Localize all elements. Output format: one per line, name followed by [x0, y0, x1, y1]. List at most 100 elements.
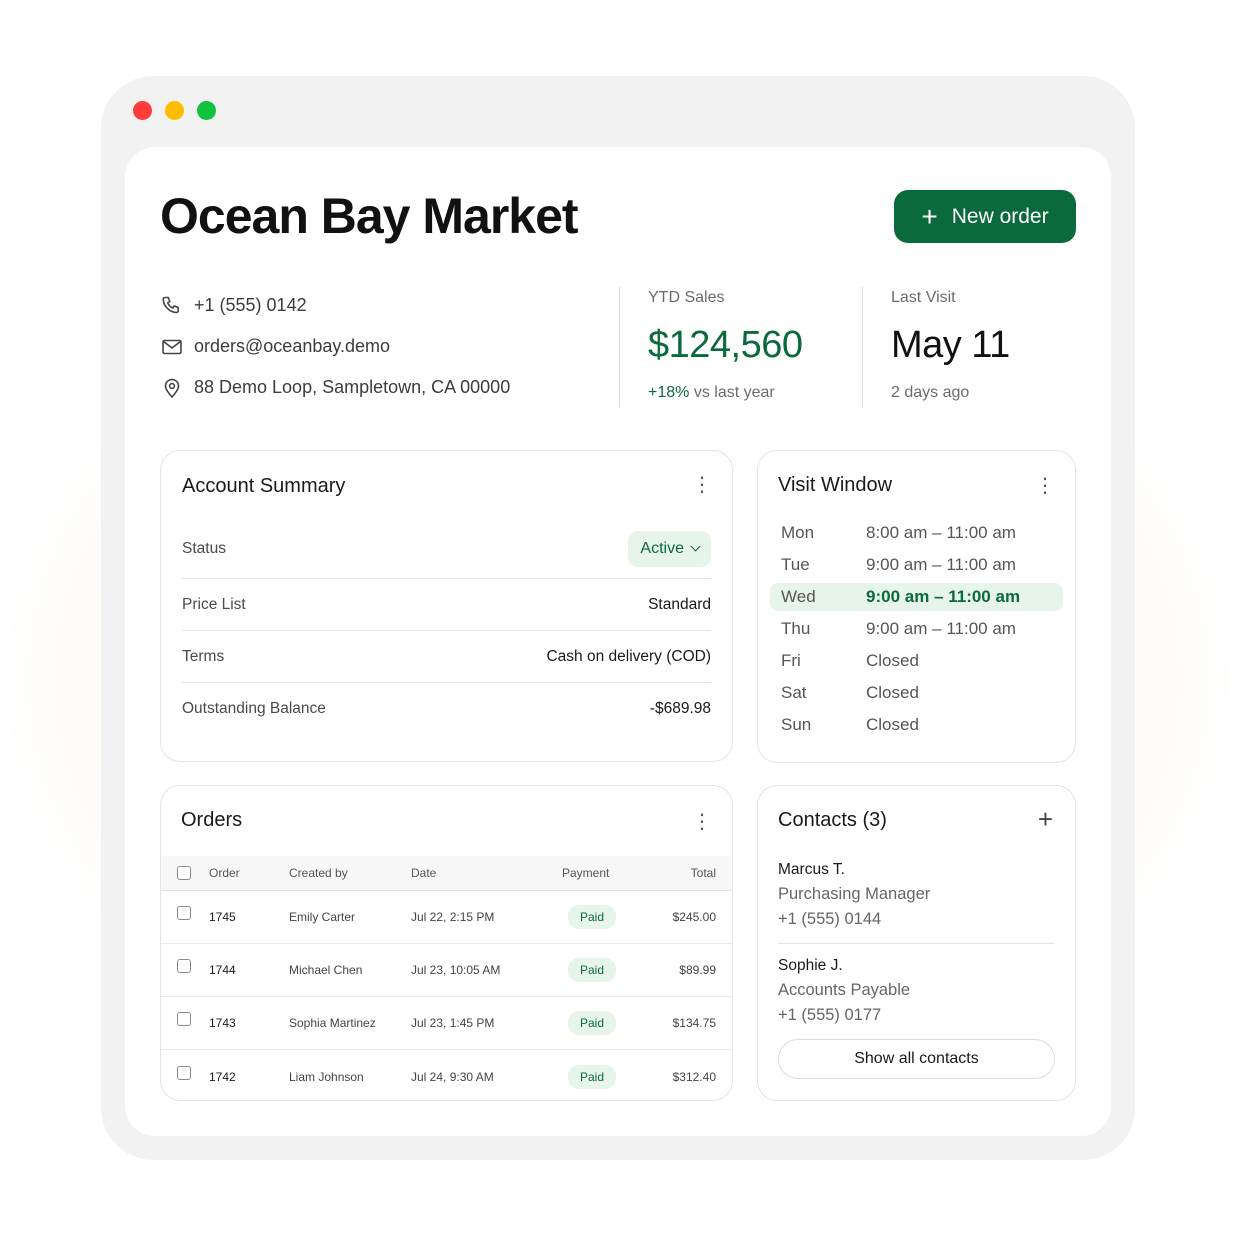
contact-role: Purchasing Manager: [778, 885, 931, 903]
visit-time: Closed: [866, 683, 919, 702]
order-number: 1745: [209, 910, 236, 924]
table-row[interactable]: 1743 Sophia Martinez Jul 23, 1:45 PM Pai…: [161, 997, 732, 1050]
maximize-window-dot[interactable]: [197, 101, 216, 120]
order-total: $312.40: [672, 1069, 716, 1084]
address-text: 88 Demo Loop, Sampletown, CA 00000: [194, 377, 511, 397]
price-list-row: Price List Standard: [182, 579, 711, 631]
visit-time: 9:00 am – 11:00 am: [866, 587, 1021, 606]
order-number: 1742: [209, 1069, 236, 1084]
row-checkbox[interactable]: [177, 906, 191, 920]
kebab-menu-icon[interactable]: ⋮: [1035, 476, 1055, 496]
last-visit-stat: Last Visit May 11 2 days ago: [891, 289, 1010, 402]
contact-phone[interactable]: +1 (555) 0144: [778, 910, 1055, 929]
customer-card: Ocean Bay Market + New order +1 (555) 01…: [125, 147, 1111, 1136]
payment-status-badge: Paid: [568, 958, 617, 982]
visit-time: 9:00 am – 11:00 am: [866, 555, 1016, 574]
column-header-order[interactable]: Order: [209, 866, 240, 880]
payment-status-badge: Paid: [568, 1064, 617, 1089]
order-date: Jul 24, 9:30 AM: [411, 1069, 494, 1084]
chevron-down-icon: [690, 541, 701, 552]
status-row: Status Active: [182, 519, 711, 579]
order-date: Jul 23, 10:05 AM: [411, 963, 501, 977]
column-header-date[interactable]: Date: [411, 866, 436, 880]
visit-day: Thu: [781, 619, 811, 638]
contact-phone[interactable]: +1 (555) 0177: [778, 1006, 1055, 1025]
kebab-menu-icon[interactable]: ⋮: [692, 475, 712, 495]
contact-card[interactable]: Marcus T. Purchasing Manager +1 (555) 01…: [778, 861, 1055, 929]
kebab-menu-icon[interactable]: ⋮: [692, 812, 712, 832]
terms-row: Terms Cash on delivery (COD): [182, 631, 711, 683]
visit-row-tue: Tue 9:00 am – 11:00 am: [770, 551, 1063, 579]
orders-panel: Orders ⋮ Order Created by Date Payment T…: [160, 785, 733, 1101]
visit-row-thu: Thu 9:00 am – 11:00 am: [770, 615, 1063, 643]
terms-value: Cash on delivery (COD): [546, 647, 711, 665]
contact-card[interactable]: Sophie J. Accounts Payable +1 (555) 0177: [778, 957, 1055, 1025]
table-row[interactable]: 1742 Liam Johnson Jul 24, 9:30 AM Paid $…: [161, 1050, 732, 1100]
balance-value: -$689.98: [649, 700, 711, 717]
terms-label: Terms: [182, 647, 225, 665]
status-dropdown[interactable]: Active: [628, 530, 711, 567]
payment-status-badge: Paid: [568, 1011, 617, 1035]
payment-status-badge: Paid: [568, 905, 617, 929]
order-total: $245.00: [672, 910, 716, 924]
phone-row: +1 (555) 0142: [160, 285, 510, 326]
visit-row-sat: Sat Closed: [770, 679, 1063, 707]
visit-day: Mon: [781, 523, 815, 542]
new-order-button[interactable]: + New order: [894, 190, 1076, 243]
row-checkbox[interactable]: [177, 959, 191, 973]
order-created-by: Emily Carter: [289, 910, 356, 924]
column-header-payment[interactable]: Payment: [562, 866, 609, 880]
app-window: Ocean Bay Market + New order +1 (555) 01…: [101, 76, 1135, 1160]
phone-icon: [162, 296, 179, 313]
account-summary-panel: Account Summary ⋮ Status Active Price Li…: [160, 450, 733, 762]
contact-role: Accounts Payable: [778, 981, 911, 999]
price-list-value: Standard: [648, 595, 711, 613]
visit-window-panel: Visit Window ⋮ Mon 8:00 am – 11:00 am Tu…: [757, 450, 1076, 763]
show-all-contacts-button[interactable]: Show all contacts: [778, 1039, 1055, 1079]
row-checkbox[interactable]: [177, 1012, 191, 1026]
status-label: Status: [182, 539, 226, 557]
address-row: 88 Demo Loop, Sampletown, CA 00000: [160, 367, 510, 408]
balance-row: Outstanding Balance -$689.98: [182, 683, 711, 735]
email-text[interactable]: orders@oceanbay.demo: [194, 336, 390, 357]
visit-row-fri: Fri Closed: [770, 647, 1063, 675]
balance-label: Outstanding Balance: [182, 700, 326, 717]
contact-divider: [778, 943, 1055, 944]
table-row[interactable]: 1744 Michael Chen Jul 23, 10:05 AM Paid …: [161, 944, 732, 997]
visit-day: Wed: [781, 587, 816, 606]
plus-icon[interactable]: +: [1038, 806, 1053, 832]
last-visit-value: May 11: [891, 324, 1010, 366]
phone-text[interactable]: +1 (555) 0142: [194, 295, 307, 316]
ytd-sales-stat: YTD Sales $124,560 +18% vs last year: [648, 289, 803, 402]
status-value: Active: [640, 539, 684, 557]
visit-time: Closed: [866, 715, 919, 734]
column-header-total[interactable]: Total: [691, 866, 716, 880]
order-date: Jul 22, 2:15 PM: [411, 910, 495, 924]
contact-name: Sophie J.: [778, 957, 843, 974]
visit-row-sun: Sun Closed: [770, 711, 1063, 739]
map-pin-icon: [164, 378, 180, 398]
order-number: 1744: [209, 963, 236, 977]
order-total: $89.99: [679, 963, 716, 977]
table-row[interactable]: 1745 Emily Carter Jul 22, 2:15 PM Paid $…: [161, 891, 732, 944]
window-controls: [133, 101, 216, 120]
column-header-created-by[interactable]: Created by: [289, 866, 348, 880]
close-window-dot[interactable]: [133, 101, 152, 120]
orders-title: Orders: [181, 809, 243, 831]
last-visit-label: Last Visit: [891, 289, 956, 306]
row-checkbox[interactable]: [177, 1065, 191, 1080]
order-total: $134.75: [672, 1016, 716, 1030]
last-visit-sub: 2 days ago: [891, 384, 970, 401]
order-number: 1743: [209, 1016, 236, 1030]
visit-time: 9:00 am – 11:00 am: [866, 619, 1016, 638]
order-date: Jul 23, 1:45 PM: [411, 1016, 495, 1030]
visit-row-wed: Wed 9:00 am – 11:00 am: [770, 583, 1063, 611]
stats-divider: [619, 287, 620, 407]
ytd-sales-delta: +18% vs last year: [648, 384, 803, 402]
select-all-checkbox[interactable]: [177, 866, 191, 880]
mail-icon: [162, 339, 182, 354]
ytd-sales-label: YTD Sales: [648, 289, 725, 306]
visit-time: Closed: [866, 651, 919, 670]
new-order-label: New order: [951, 204, 1049, 228]
minimize-window-dot[interactable]: [165, 101, 184, 120]
